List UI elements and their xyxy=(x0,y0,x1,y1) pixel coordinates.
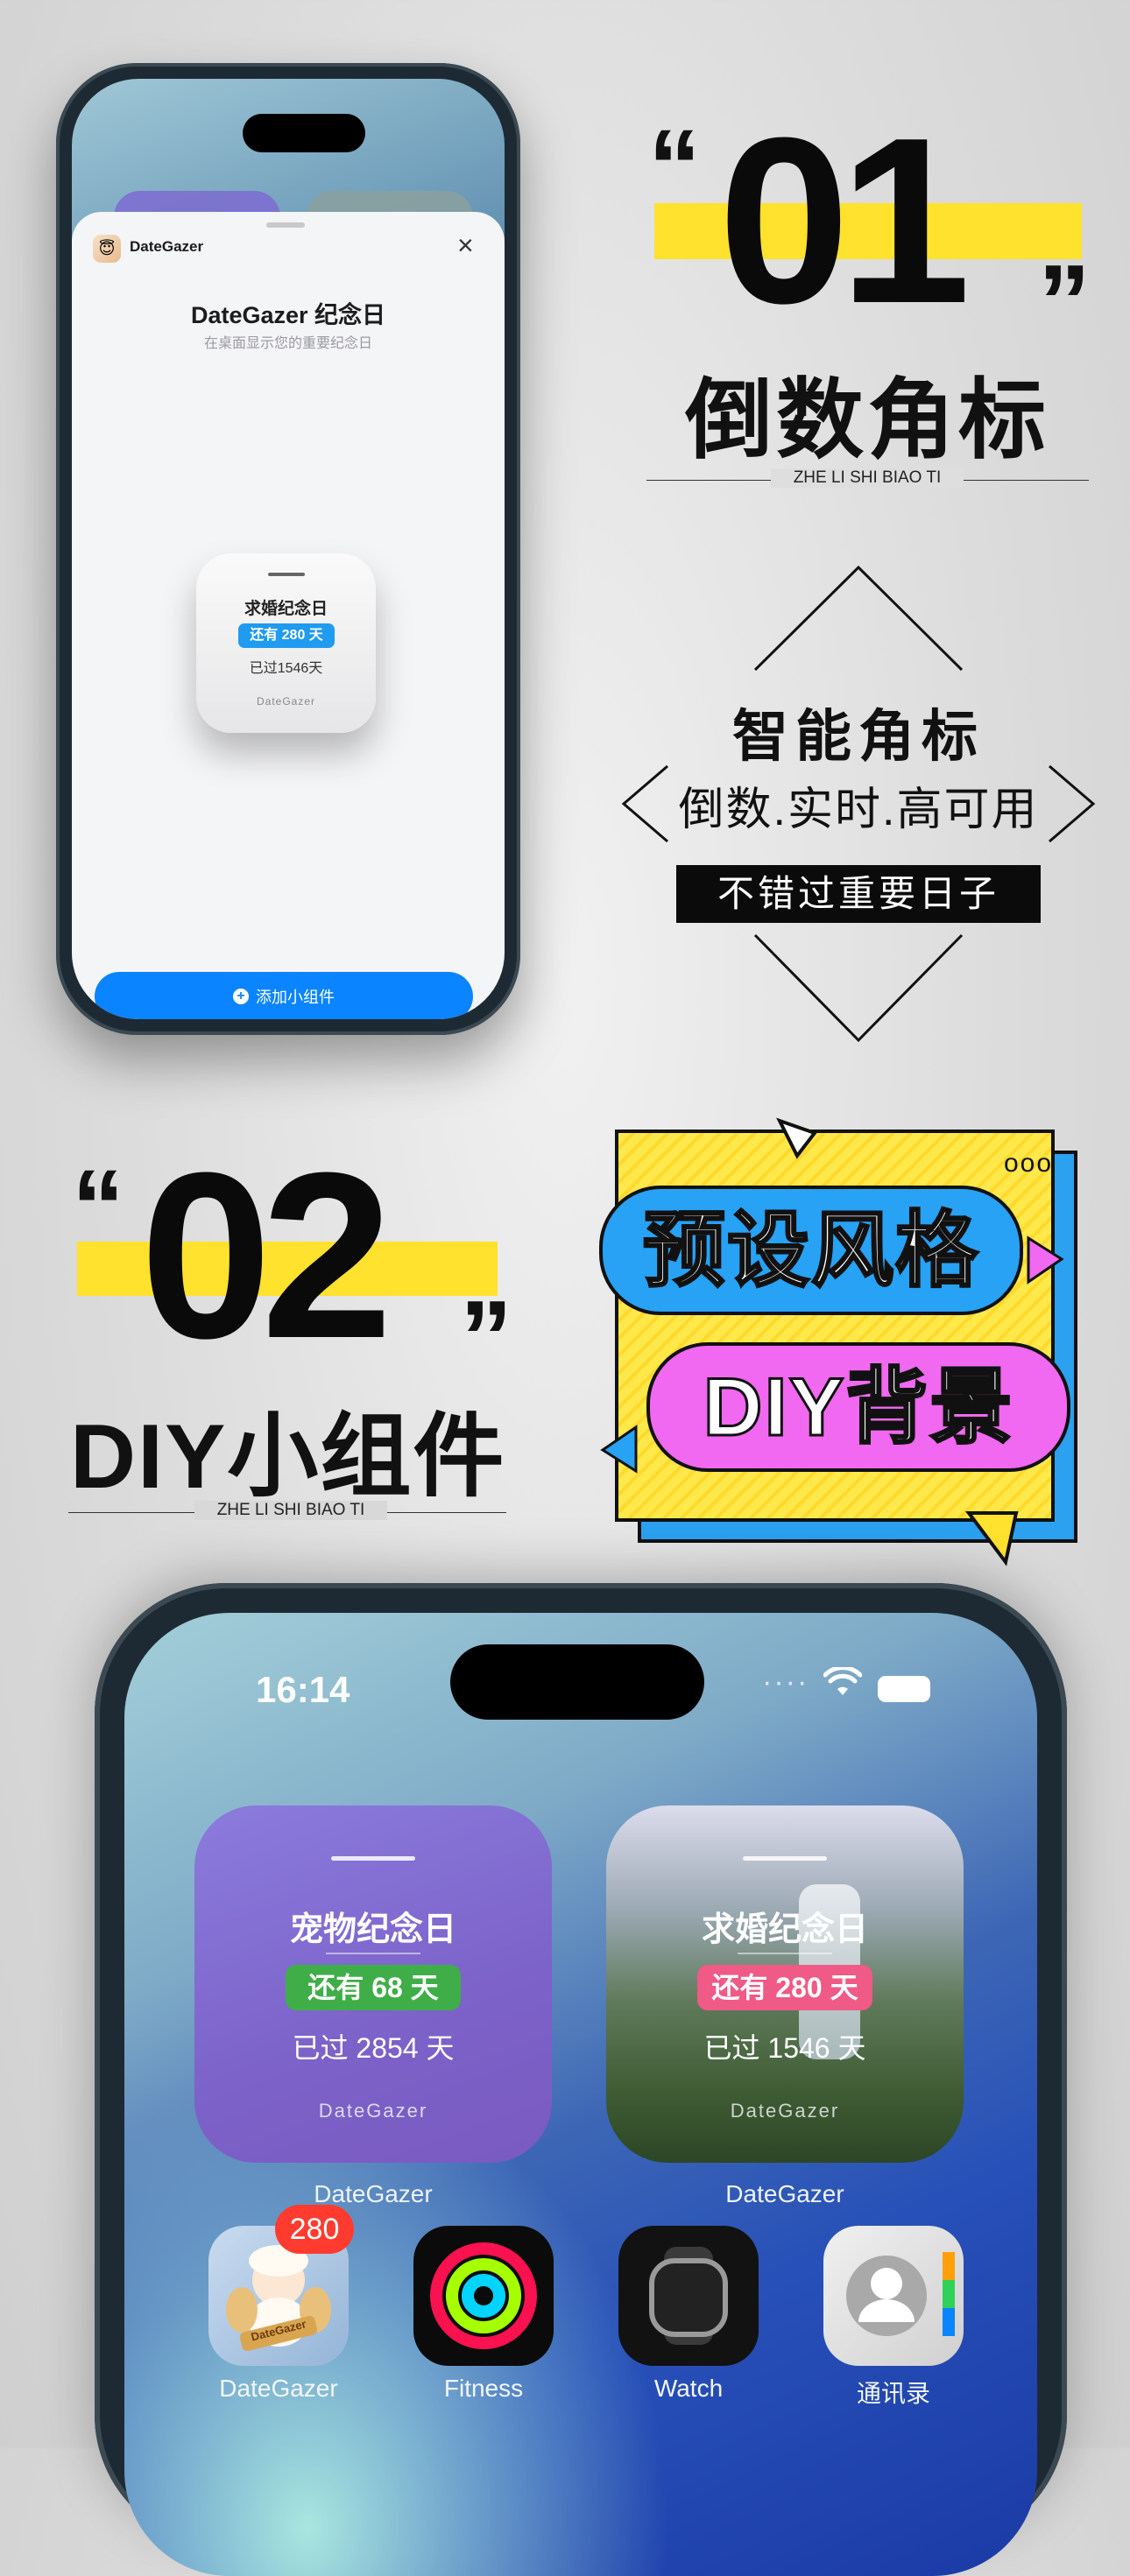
dynamic-island xyxy=(450,1644,704,1720)
days-passed: 已过1546天 xyxy=(249,661,323,676)
widget-brand: DateGazer xyxy=(318,2100,428,2122)
section-subtitle: ZHE LI SHI BIAO TI xyxy=(194,1501,387,1520)
app-label: 通讯录 xyxy=(856,2380,930,2407)
app-icon-fitness[interactable] xyxy=(413,2226,554,2366)
comic-tail-bottom xyxy=(965,1511,1019,1566)
add-widget-button[interactable]: + 添加小组件 xyxy=(95,972,473,1019)
add-widget-label: 添加小组件 xyxy=(256,989,335,1006)
phone-1-screen: 😇 DateGazer × DateGazer 纪念日 在桌面显示您的重要纪念日… xyxy=(72,79,505,1019)
tagline-band: 不错过重要日子 xyxy=(676,865,1041,923)
diy-background-label: DIY背景 xyxy=(702,1360,1014,1454)
quote-close: ” xyxy=(1038,243,1091,361)
app-name: DateGazer xyxy=(130,238,204,255)
section-subtitle: ZHE LI SHI BIAO TI xyxy=(771,468,964,488)
app-icon-watch[interactable] xyxy=(618,2226,759,2366)
app-icon-contacts[interactable] xyxy=(823,2226,964,2366)
preset-style-pill: 预设风格 xyxy=(599,1186,1023,1315)
app-label: Watch xyxy=(653,2375,724,2402)
activity-rings-icon xyxy=(430,2242,537,2349)
diy-background-pill: DIY背景 xyxy=(646,1342,1070,1472)
wifi-icon xyxy=(823,1667,862,1695)
days-passed: 已过 1546 天 xyxy=(703,2032,866,2064)
app-label: Fitness xyxy=(443,2375,524,2402)
preset-style-label: 预设风格 xyxy=(641,1203,979,1298)
sheet-title: DateGazer 纪念日 xyxy=(190,302,386,328)
widget-pet-anniversary[interactable]: 宠物纪念日 还有 68 天 已过 2854 天 DateGazer xyxy=(194,1805,552,2163)
status-time: 16:14 xyxy=(256,1669,350,1710)
blue-arrow-left xyxy=(600,1425,638,1474)
app-label: DateGazer xyxy=(219,2375,338,2402)
widget-handle-bar xyxy=(268,573,305,576)
phone-2-screen: 16:14 ···· 宠物纪念日 还有 68 天 已过 2854 天 DateG… xyxy=(124,1613,1037,2576)
widget-label: DateGazer xyxy=(314,2180,433,2207)
contacts-icon xyxy=(846,2252,955,2336)
widget-brand: DateGazer xyxy=(256,695,316,707)
widget-divider xyxy=(326,1953,420,1954)
quote-close: ” xyxy=(460,1279,512,1397)
signal-icon: ···· xyxy=(762,1665,809,1699)
section-number: 02 xyxy=(140,1124,392,1388)
section-number: 01 xyxy=(718,89,971,353)
widget-title: 求婚纪念日 xyxy=(244,600,328,618)
smart-badge-title: 智能角标 xyxy=(732,705,985,768)
widget-title: 求婚纪念日 xyxy=(701,1911,868,1948)
quote-open: “ xyxy=(72,1148,124,1265)
countdown-badge: 还有 280 天 xyxy=(697,1965,872,2010)
widget-label: DateGazer xyxy=(725,2180,844,2207)
plus-icon: + xyxy=(233,989,249,1004)
comic-tail-top xyxy=(776,1117,818,1159)
dynamic-island xyxy=(243,114,365,152)
widget-title: 宠物纪念日 xyxy=(289,1911,456,1948)
countdown-badge: 还有 280 天 xyxy=(238,623,335,648)
widget-handle-bar xyxy=(331,1856,415,1861)
smart-badge-subtitle: 倒数.实时.高可用 xyxy=(678,785,1039,835)
widget-preview[interactable]: 求婚纪念日 还有 280 天 已过1546天 DateGazer xyxy=(196,553,376,733)
pink-arrow-right xyxy=(1027,1235,1064,1284)
quote-open: “ xyxy=(648,108,701,225)
section-title: DIY小组件 xyxy=(70,1406,506,1508)
days-passed: 已过 2854 天 xyxy=(292,2032,455,2064)
widget-gallery-sheet: 😇 DateGazer × DateGazer 纪念日 在桌面显示您的重要纪念日… xyxy=(72,212,505,1019)
notification-badge: 280 xyxy=(275,2205,354,2254)
phone-mockup-1: 😇 DateGazer × DateGazer 纪念日 在桌面显示您的重要纪念日… xyxy=(56,63,520,1035)
battery-icon xyxy=(878,1676,930,1702)
sheet-grabber[interactable] xyxy=(266,222,305,228)
widget-divider xyxy=(738,1953,832,1954)
widget-handle-bar xyxy=(743,1856,827,1861)
close-icon[interactable]: × xyxy=(457,231,474,259)
countdown-badge: 还有 68 天 xyxy=(286,1965,461,2010)
widget-brand: DateGazer xyxy=(730,2100,840,2122)
watch-icon xyxy=(649,2247,728,2345)
sheet-subtitle: 在桌面显示您的重要纪念日 xyxy=(203,336,372,351)
section-title: 倒数角标 xyxy=(685,371,1049,469)
app-icon: 😇 xyxy=(93,235,121,263)
comic-dots: ooo xyxy=(1004,1149,1054,1178)
widget-proposal-anniversary[interactable]: 求婚纪念日 还有 280 天 已过 1546 天 DateGazer xyxy=(606,1805,964,2163)
phone-mockup-2: 16:14 ···· 宠物纪念日 还有 68 天 已过 2854 天 DateG… xyxy=(95,1583,1067,2576)
